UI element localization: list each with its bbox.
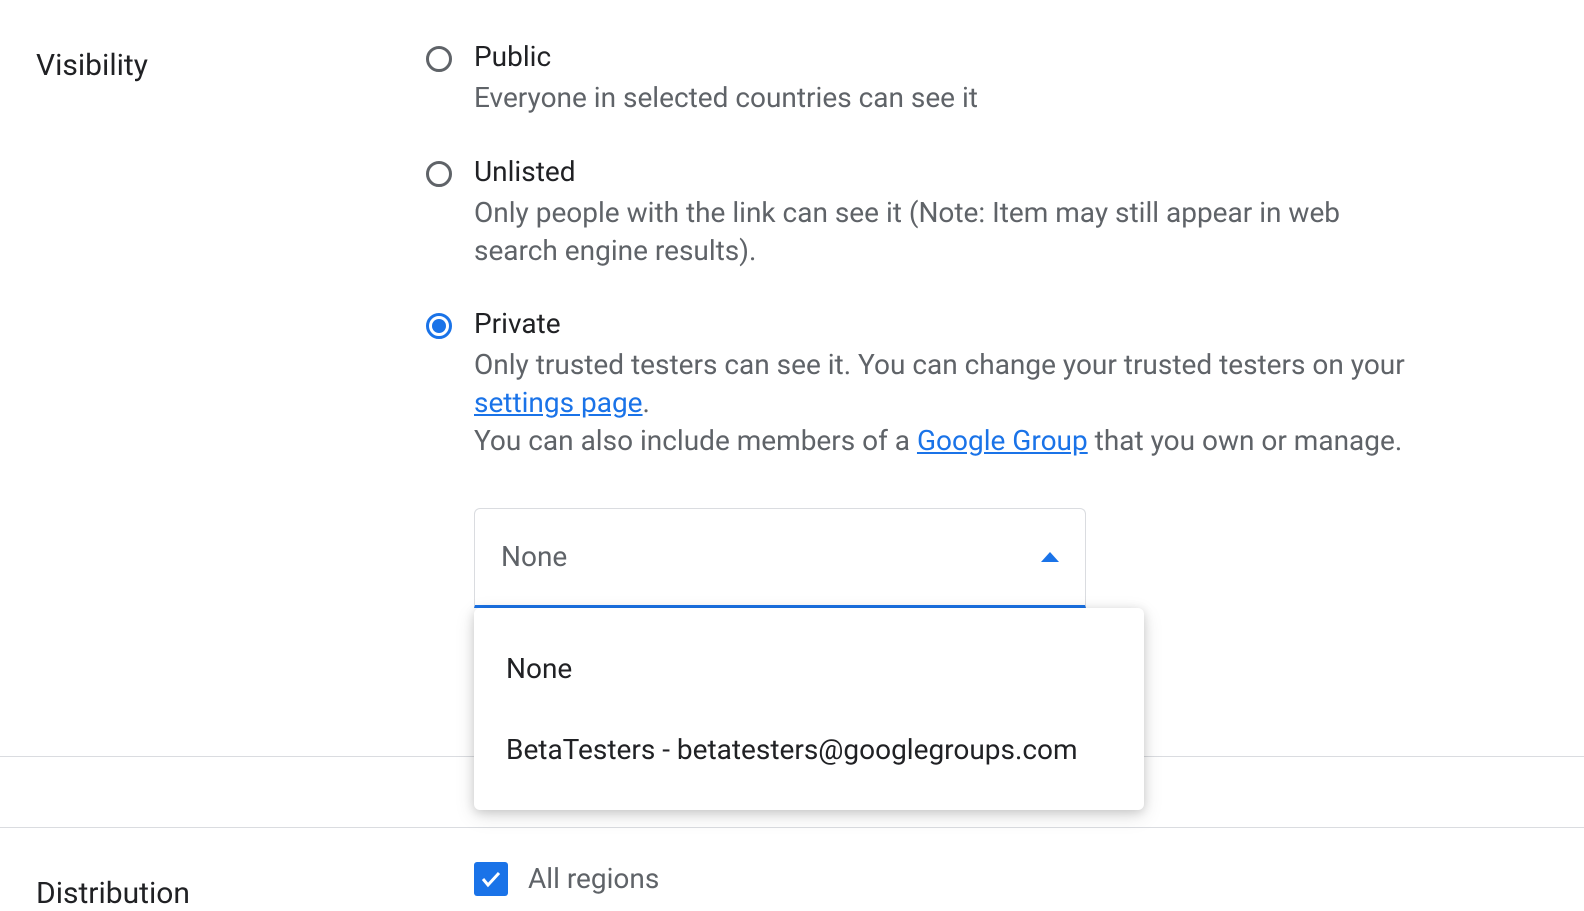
all-regions-label: All regions [528, 862, 659, 895]
group-select-value: None [501, 540, 567, 573]
all-regions-row[interactable]: All regions [474, 862, 1548, 896]
distribution-section: Distribution All regions [0, 828, 1584, 911]
all-regions-checkbox[interactable] [474, 862, 508, 896]
dropdown-option-none[interactable]: None [474, 628, 1144, 709]
private-desc-text-1: Only trusted testers can see it. You can… [474, 348, 1405, 381]
radio-option-private[interactable]: Private Only trusted testers can see it.… [426, 307, 1548, 459]
settings-page-link[interactable]: settings page [474, 386, 643, 419]
dropdown-option-betatesters[interactable]: BetaTesters - betatesters@googlegroups.c… [474, 709, 1144, 790]
radio-unlisted[interactable] [426, 161, 452, 187]
private-desc-text-3: You can also include members of a [474, 424, 917, 457]
radio-option-unlisted[interactable]: Unlisted Only people with the link can s… [426, 155, 1548, 270]
group-select-wrapper: None None BetaTesters - betatesters@goog… [474, 508, 1086, 608]
group-select[interactable]: None [474, 508, 1086, 608]
radio-option-public[interactable]: Public Everyone in selected countries ca… [426, 40, 1548, 117]
private-desc-text-2: . [643, 386, 650, 419]
distribution-label: Distribution [36, 868, 426, 911]
radio-public-description: Everyone in selected countries can see i… [474, 79, 1414, 117]
visibility-content: Public Everyone in selected countries ca… [426, 40, 1548, 608]
visibility-label: Visibility [36, 40, 426, 83]
group-select-dropdown: None BetaTesters - betatesters@googlegro… [474, 608, 1144, 810]
check-icon [479, 867, 503, 891]
radio-unlisted-description: Only people with the link can see it (No… [474, 194, 1414, 270]
caret-up-icon [1041, 552, 1059, 562]
radio-public[interactable] [426, 46, 452, 72]
private-desc-text-4: that you own or manage. [1088, 424, 1403, 457]
radio-private-description: Only trusted testers can see it. You can… [474, 346, 1414, 459]
google-group-link[interactable]: Google Group [917, 424, 1088, 457]
radio-unlisted-title: Unlisted [474, 155, 1548, 188]
radio-private[interactable] [426, 313, 452, 339]
radio-private-title: Private [474, 307, 1548, 340]
radio-public-title: Public [474, 40, 1548, 73]
visibility-section: Visibility Public Everyone in selected c… [36, 40, 1548, 608]
